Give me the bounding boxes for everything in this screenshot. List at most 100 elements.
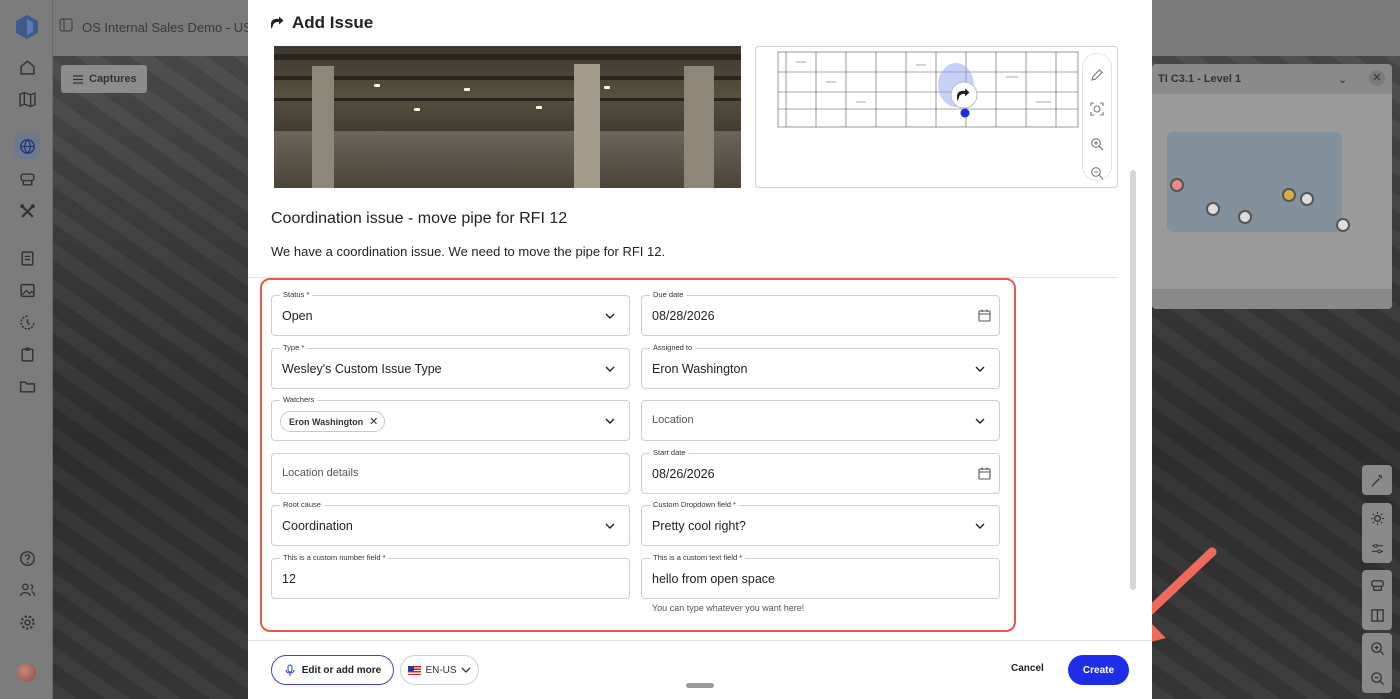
custom-dropdown-select[interactable]: Custom Dropdown field * Pretty cool righ… [641,500,1000,546]
custom-text-helper: You can type whatever you want here! [652,603,805,613]
capture-pin-icon[interactable] [1336,218,1350,232]
field-value: 08/28/2026 [652,309,715,323]
chevron-down-icon [605,313,615,319]
location-details-input[interactable]: Location details [271,453,630,494]
start-date-input[interactable]: Start date 08/26/2026 [641,448,1000,494]
home-icon[interactable] [14,54,40,80]
photo-light [536,106,542,109]
photo-column [684,66,714,188]
field-label: Type * [280,343,308,352]
field-value: Wesley's Custom Issue Type [282,362,442,376]
settings-icon[interactable] [14,609,40,635]
zoom-out-icon[interactable] [1090,166,1104,180]
issue-title[interactable]: Coordination issue - move pipe for RFI 1… [271,210,567,228]
resize-handle[interactable] [686,683,714,688]
users-icon[interactable] [14,576,40,602]
cancel-button[interactable]: Cancel [1011,663,1044,674]
magic-wand-icon[interactable] [1362,465,1392,495]
field-value: Coordination [282,519,353,533]
modal-title: Add Issue [292,13,374,32]
captures-label: Captures [89,73,137,85]
adjust-icon[interactable] [1362,533,1392,563]
photo-column [574,64,600,188]
watchers-select[interactable]: Watchers Eron Washington ✕ [271,395,630,441]
custom-number-input[interactable]: This is a custom number field * 12 [271,553,630,599]
schedule-icon[interactable] [14,309,40,335]
language-select[interactable]: EN-US [400,655,479,685]
issue-pin-icon[interactable] [1170,178,1184,192]
due-date-input[interactable]: Due date 08/28/2026 [641,290,1000,336]
zoom-out-icon[interactable] [1362,663,1392,693]
globe-icon[interactable] [14,133,40,159]
add-issue-modal: Add Issue Coordination issue - move pipe… [248,0,1152,699]
field-label: Start date [650,448,689,457]
field-label: Root cause [280,500,324,509]
root-cause-select[interactable]: Root cause Coordination [271,500,630,546]
chevron-down-icon[interactable]: ⌄ [1338,73,1347,86]
watcher-chip[interactable]: Eron Washington ✕ [280,411,386,432]
create-button[interactable]: Create [1068,655,1129,685]
location-select[interactable]: Location [641,400,1000,441]
tools-icon[interactable] [14,198,40,224]
modal-scrollbar[interactable] [1130,170,1136,590]
watcher-chip-label: Eron Washington [289,416,364,427]
image-icon[interactable] [14,277,40,303]
calendar-icon[interactable] [978,467,991,480]
field-value: hello from open space [652,572,775,586]
field-value: 12 [282,572,296,586]
sidebar-toggle-icon[interactable] [59,18,73,32]
map-icon[interactable] [14,86,40,112]
capture-pin-icon[interactable] [1300,192,1314,206]
minimap-title: TI C3.1 - Level 1 [1158,73,1242,85]
close-icon[interactable]: ✕ [1369,70,1385,86]
type-select[interactable]: Type * Wesley's Custom Issue Type [271,343,630,389]
status-select[interactable]: Status * Open [271,290,630,336]
field-label: Assigned to [650,343,696,352]
custom-text-input[interactable]: This is a custom text field * hello from… [641,553,1000,599]
zoom-in-icon[interactable] [1090,137,1104,151]
modal-header: Add Issue [270,13,373,33]
user-avatar[interactable] [17,663,36,682]
capture-pin-icon[interactable] [1206,202,1220,216]
photo-beam [274,76,741,80]
chevron-down-icon [605,366,615,372]
capture-pin-icon[interactable] [1238,210,1252,224]
document-icon[interactable] [14,245,40,271]
field-value: Pretty cool right? [652,519,746,533]
field-placeholder: Location details [282,467,359,479]
floorplan-thumbnail[interactable] [755,46,1118,188]
viewer-tool-group-1 [1362,465,1392,495]
capture-mode-icon[interactable] [1362,570,1392,600]
folder-icon[interactable] [14,373,40,399]
us-flag-icon [408,665,422,675]
chevron-down-icon [461,667,471,673]
edit-or-add-more-button[interactable]: Edit or add more [271,655,394,685]
clipboard-icon[interactable] [14,341,40,367]
captures-button[interactable]: Captures [61,65,147,93]
edit-or-add-more-label: Edit or add more [301,664,382,676]
floorplan-drawing [777,51,1079,128]
field-placeholder: Location [652,414,694,426]
remove-icon[interactable]: ✕ [369,415,378,428]
calendar-icon[interactable] [978,309,991,322]
capture-icon[interactable] [14,166,40,192]
minimap-panel: TI C3.1 - Level 1 ⌄ ✕ [1152,64,1392,309]
floorplan-area [1167,132,1342,232]
help-icon[interactable] [14,545,40,571]
assigned-to-select[interactable]: Assigned to Eron Washington [641,343,1000,389]
issue-description[interactable]: We have a coordination issue. We need to… [271,244,665,259]
floorplan-tools [1082,53,1112,181]
capture-photo-thumbnail[interactable] [274,46,741,188]
app-logo-icon[interactable] [15,14,39,40]
minimap-floorplan[interactable] [1152,94,1392,289]
capture-pin-icon[interactable] [1282,188,1296,202]
brightness-icon[interactable] [1362,503,1392,533]
field-label: Watchers [280,395,318,404]
split-view-icon[interactable] [1362,600,1392,630]
fit-view-icon[interactable] [1090,102,1104,116]
zoom-in-icon[interactable] [1362,633,1392,663]
pencil-icon[interactable] [1090,68,1104,82]
field-label: This is a custom text field * [650,553,746,562]
field-value: 08/26/2026 [652,467,715,481]
chevron-down-icon [975,523,985,529]
